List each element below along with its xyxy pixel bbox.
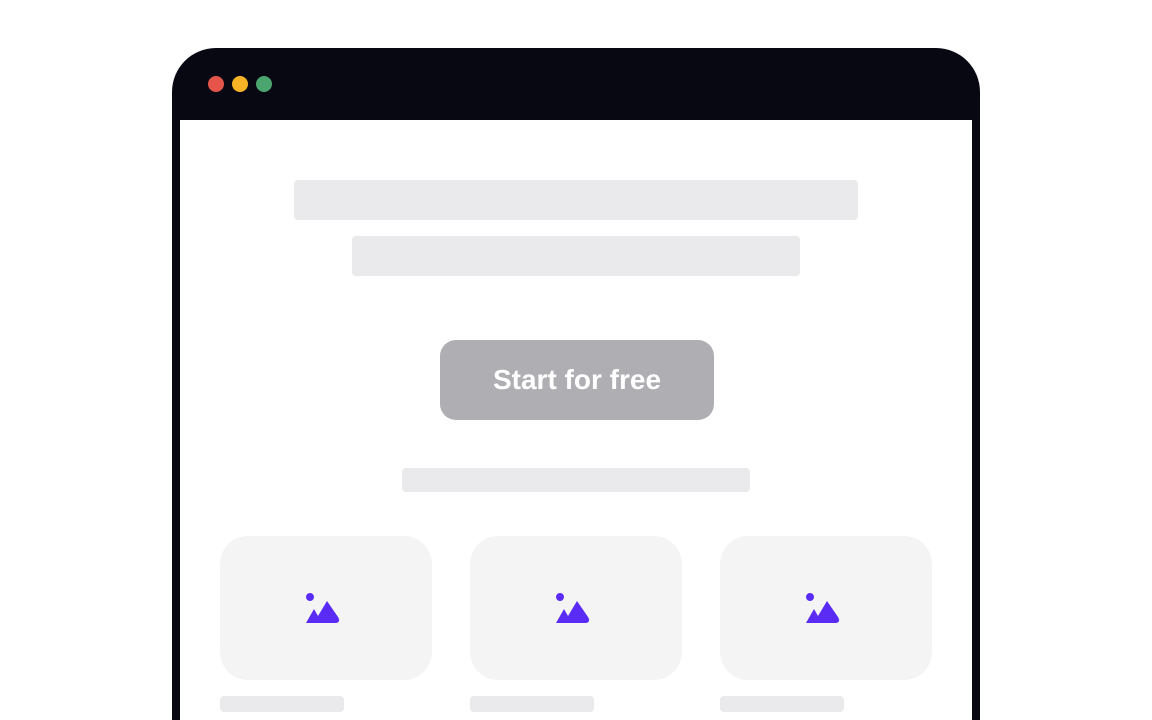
image-icon	[556, 593, 590, 623]
feature-card-2[interactable]	[470, 536, 682, 680]
maximize-window-dot[interactable]	[256, 76, 272, 92]
headline-placeholder	[294, 180, 858, 220]
caption-placeholder	[402, 468, 750, 492]
feature-card-3[interactable]	[720, 536, 932, 680]
subheadline-placeholder	[352, 236, 800, 276]
start-for-free-button[interactable]: Start for free	[440, 340, 714, 420]
close-window-dot[interactable]	[208, 76, 224, 92]
card-caption-placeholder	[220, 696, 344, 712]
card-caption-placeholder	[470, 696, 594, 712]
image-icon	[806, 593, 840, 623]
page-viewport: Start for free	[180, 120, 972, 720]
page: Start for free	[0, 0, 1152, 720]
feature-card-1[interactable]	[220, 536, 432, 680]
minimize-window-dot[interactable]	[232, 76, 248, 92]
card-caption-placeholder	[720, 696, 844, 712]
image-icon	[306, 593, 340, 623]
